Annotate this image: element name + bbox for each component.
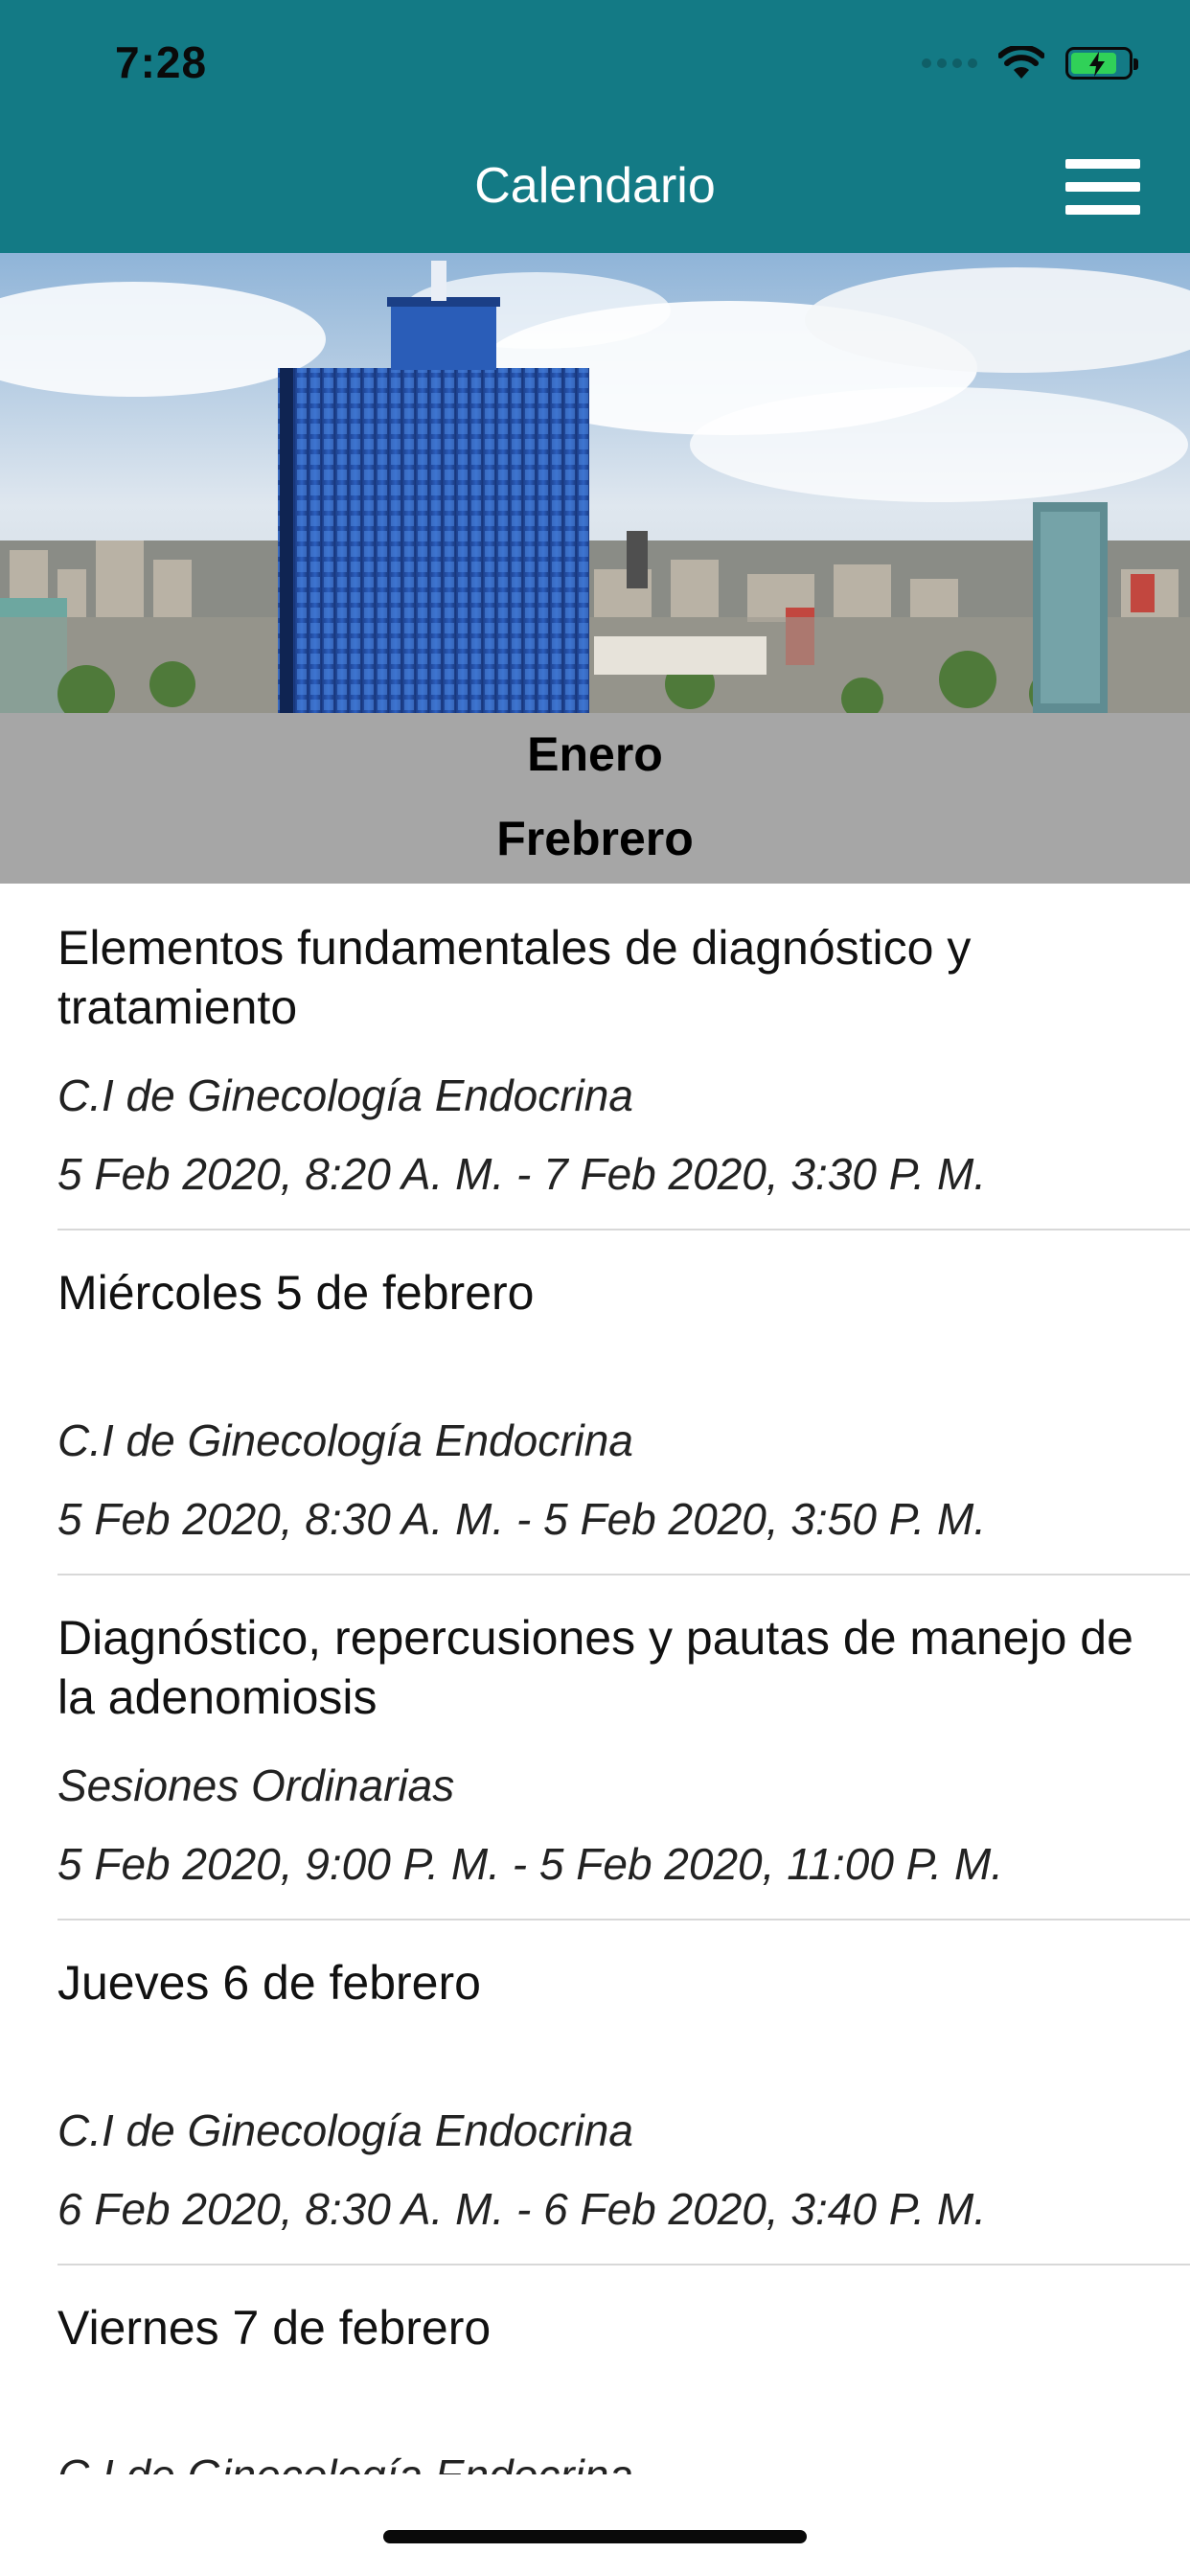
event-title: Jueves 6 de febrero — [57, 1956, 481, 2010]
event-dates: 5 Feb 2020, 9:00 P. M. - 5 Feb 2020, 11:… — [57, 1839, 1004, 1889]
list-item[interactable]: Miércoles 5 de febrero C.I de Ginecologí… — [57, 1229, 1190, 1576]
event-category: C.I de Ginecología Endocrina — [57, 1070, 633, 1120]
home-indicator[interactable] — [383, 2530, 807, 2543]
month-febrero[interactable]: Frebrero — [0, 811, 1190, 866]
event-category: C.I de Ginecología Endocrina — [57, 2105, 633, 2155]
top-bar: 7:28 Calendario — [0, 0, 1190, 253]
list-item[interactable]: Elementos fundamentales de diagnóstico y… — [57, 884, 1190, 1230]
event-title: Miércoles 5 de febrero — [57, 1266, 535, 1320]
month-selector: Enero Frebrero — [0, 713, 1190, 884]
battery-charging-icon — [1065, 47, 1138, 80]
event-dates: 5 Feb 2020, 8:30 A. M. - 5 Feb 2020, 3:5… — [57, 1494, 987, 1544]
cellular-signal-icon — [922, 58, 977, 68]
page-title: Calendario — [474, 158, 716, 214]
hamburger-menu-icon[interactable] — [1065, 159, 1140, 215]
event-title: Viernes 7 de febrero — [57, 2301, 492, 2355]
event-category: Sesiones Ordinarias — [57, 1760, 455, 1810]
event-dates: 5 Feb 2020, 8:20 A. M. - 7 Feb 2020, 3:3… — [57, 1149, 987, 1199]
event-title: Elementos fundamentales de diagnóstico y… — [57, 921, 972, 1034]
month-enero[interactable]: Enero — [0, 726, 1190, 782]
event-list: Elementos fundamentales de diagnóstico y… — [0, 884, 1190, 2474]
event-dates: 6 Feb 2020, 8:30 A. M. - 6 Feb 2020, 3:4… — [57, 2184, 987, 2234]
status-icons — [922, 42, 1138, 84]
banner-image — [0, 253, 1190, 713]
event-category: C.I de Ginecología Endocrina — [57, 2450, 633, 2474]
list-item[interactable]: Jueves 6 de febrero C.I de Ginecología E… — [57, 1919, 1190, 2266]
event-title: Diagnóstico, repercusiones y pautas de m… — [57, 1611, 1133, 1724]
event-category: C.I de Ginecología Endocrina — [57, 1415, 633, 1465]
list-item[interactable]: Diagnóstico, repercusiones y pautas de m… — [57, 1574, 1190, 1920]
wifi-icon — [998, 46, 1044, 79]
list-item[interactable]: Viernes 7 de febrero C.I de Ginecología … — [57, 2264, 1190, 2474]
status-time: 7:28 — [115, 37, 208, 87]
